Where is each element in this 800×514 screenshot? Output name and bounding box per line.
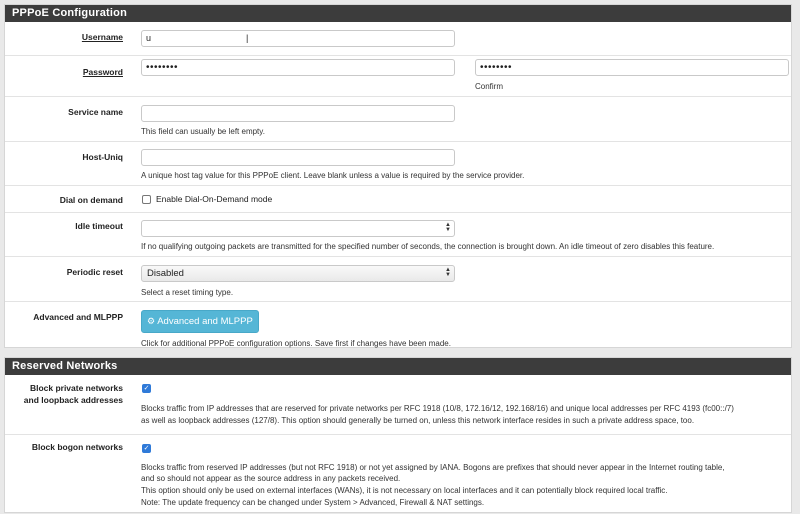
select-arrows-icon: ▲ ▼: [445, 267, 451, 278]
block-bogon-checkbox[interactable]: ✓: [142, 444, 151, 453]
block-bogon-help-line1: Blocks traffic from reserved IP addresse…: [141, 463, 725, 472]
password-row: Password •••••••• •••••••• Confirm: [5, 56, 791, 97]
block-private-label-line2: and loopback addresses: [23, 395, 123, 405]
username-input[interactable]: u |: [141, 30, 455, 47]
dial-on-demand-checkbox-label[interactable]: Enable Dial-On-Demand mode: [156, 194, 272, 205]
periodic-reset-select[interactable]: Disabled ▲ ▼: [141, 265, 455, 282]
advanced-mlppp-button[interactable]: ⚙ Advanced and MLPPP: [141, 310, 259, 333]
host-uniq-help: A unique host tag value for this PPPoE c…: [141, 171, 525, 180]
confirm-label: Confirm: [475, 82, 504, 91]
block-private-label-line1: Block private networks: [29, 383, 123, 393]
periodic-reset-selected-value: Disabled: [147, 268, 184, 279]
block-private-help-line2: as well as loopback addresses (127/8). T…: [141, 416, 695, 425]
periodic-reset-label: Periodic reset: [66, 267, 123, 277]
block-private-help-line1: Blocks traffic from IP addresses that ar…: [141, 404, 734, 413]
host-uniq-label: Host-Uniq: [82, 152, 123, 162]
host-uniq-input[interactable]: [141, 149, 455, 166]
pppoe-panel: PPPoE Configuration Username u | Passwor…: [4, 4, 792, 348]
block-private-checkbox[interactable]: ✓: [142, 384, 151, 393]
reserved-networks-title: Reserved Networks: [5, 358, 791, 375]
periodic-reset-row: Periodic reset Disabled ▲ ▼ Select a rese…: [5, 257, 791, 302]
advanced-help: Click for additional PPPoE configuration…: [141, 339, 451, 348]
advanced-row: Advanced and MLPPP ⚙ Advanced and MLPPP …: [5, 302, 791, 352]
block-bogon-help-line4: Note: The update frequency can be change…: [141, 498, 485, 507]
block-bogon-help-line2: and so should not appear as the source a…: [141, 474, 401, 483]
idle-timeout-label: Idle timeout: [75, 221, 123, 231]
block-bogon-help-line3: This option should only be used on exter…: [141, 486, 668, 495]
service-name-row: Service name This field can usually be l…: [5, 97, 791, 142]
username-value: u: [146, 33, 152, 43]
username-label: Username: [81, 32, 123, 42]
service-name-input[interactable]: [141, 105, 455, 122]
block-bogon-row: Block bogon networks ✓ Blocks traffic fr…: [5, 435, 791, 513]
periodic-reset-help: Select a reset timing type.: [141, 288, 234, 297]
block-bogon-label: Block bogon networks: [31, 442, 123, 452]
idle-timeout-help: If no qualifying outgoing packets are tr…: [141, 242, 715, 251]
dial-on-demand-checkbox[interactable]: [142, 195, 151, 204]
block-private-row: Block private networks and loopback addr…: [5, 375, 791, 435]
username-row: Username u |: [5, 22, 791, 56]
password-confirm-input[interactable]: ••••••••: [475, 59, 789, 76]
host-uniq-row: Host-Uniq A unique host tag value for th…: [5, 142, 791, 186]
idle-timeout-input[interactable]: [141, 220, 455, 237]
dial-on-demand-label: Dial on demand: [59, 195, 123, 205]
advanced-mlppp-button-label: Advanced and MLPPP: [157, 316, 253, 327]
username-cursor: |: [246, 33, 249, 43]
idle-timeout-spinner-icon[interactable]: ▲ ▼: [445, 222, 451, 233]
dial-on-demand-row: Dial on demand Enable Dial-On-Demand mod…: [5, 186, 791, 213]
idle-timeout-row: Idle timeout ▲ ▼ If no qualifying outgoin…: [5, 213, 791, 257]
service-name-label: Service name: [68, 107, 123, 117]
password-label: Password: [82, 67, 123, 77]
reserved-networks-panel: Reserved Networks Block private networks…: [4, 357, 792, 513]
advanced-label: Advanced and MLPPP: [33, 312, 123, 322]
password-input[interactable]: ••••••••: [141, 59, 455, 76]
pppoe-panel-title: PPPoE Configuration: [5, 5, 791, 22]
service-name-help: This field can usually be left empty.: [141, 127, 265, 136]
gear-icon: ⚙: [147, 316, 156, 326]
